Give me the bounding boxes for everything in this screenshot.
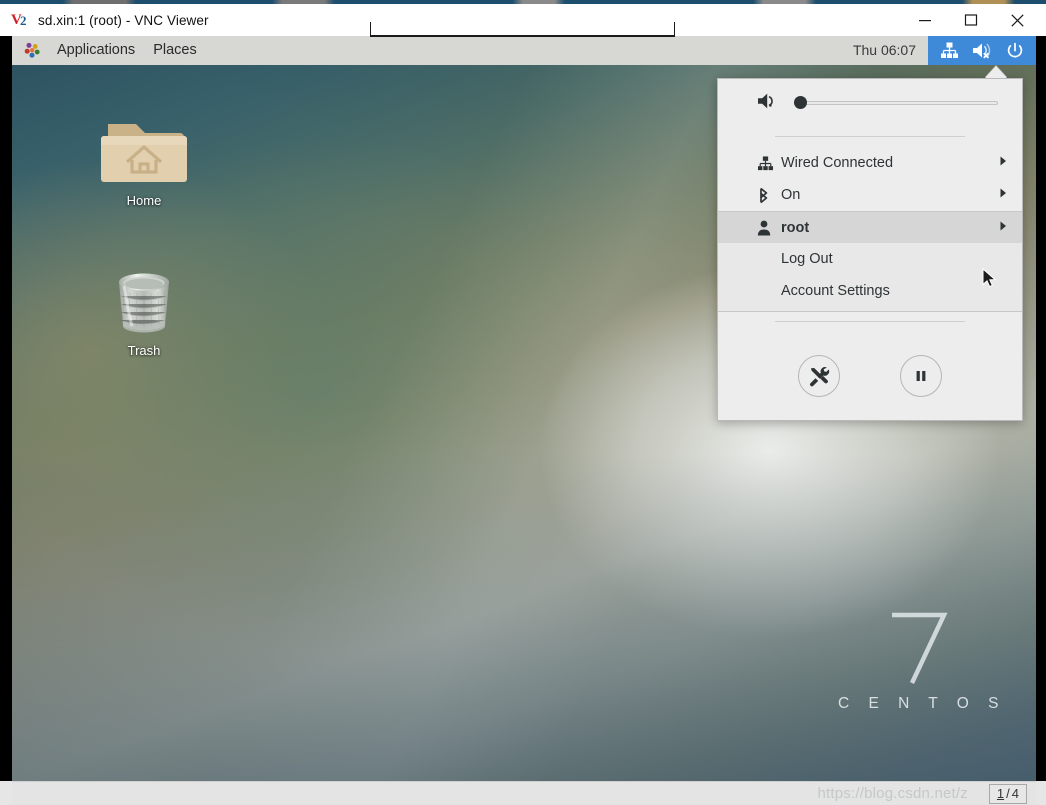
- letterbox-left: [0, 36, 12, 781]
- vnc-logo-icon: V2: [11, 12, 27, 28]
- volume-slider-knob[interactable]: [794, 96, 807, 109]
- desktop-icon-label: Home: [126, 193, 162, 208]
- panel-clock[interactable]: Thu 06:07: [841, 36, 928, 65]
- menu-separator: [775, 136, 965, 137]
- letterbox-right: [1036, 36, 1046, 781]
- menu-item-label: Log Out: [781, 251, 833, 267]
- trash-icon: [90, 262, 198, 338]
- desktop-icon-home[interactable]: Home: [90, 112, 198, 208]
- chevron-right-icon: [998, 186, 1008, 204]
- menu-action-buttons: [718, 332, 1022, 420]
- desktop-icon-label: Trash: [127, 343, 161, 358]
- csdn-watermark: https://blog.csdn.net/z: [817, 785, 968, 802]
- menu-item-user-root[interactable]: root: [718, 211, 1022, 243]
- volume-muted-icon: [973, 43, 991, 59]
- menu-item-log-out[interactable]: Log Out: [718, 243, 1022, 275]
- menu-separator: [775, 321, 965, 322]
- user-submenu: Log Out Account Settings: [718, 243, 1022, 312]
- menu-item-bluetooth[interactable]: On: [718, 179, 1022, 211]
- menu-item-label: root: [781, 219, 810, 236]
- pause-icon: [916, 371, 926, 381]
- centos-seven-glyph: [831, 609, 1006, 687]
- panel-menu-applications[interactable]: Applications: [48, 36, 144, 65]
- panel-menu-places[interactable]: Places: [144, 36, 206, 65]
- maximize-icon: [964, 14, 978, 26]
- page-current[interactable]: 1: [997, 786, 1004, 801]
- window-title: sd.xin:1 (root) - VNC Viewer: [38, 12, 209, 28]
- volume-low-icon: [757, 92, 778, 115]
- vnc-toolbar-handle[interactable]: [370, 22, 675, 37]
- centos-wordmark: C E N T O S: [837, 695, 1006, 712]
- page-separator: /: [1006, 785, 1010, 801]
- system-aggregate-menu: Wired Connected On root Log Out Account …: [717, 78, 1023, 421]
- suspend-button[interactable]: [900, 355, 942, 397]
- desktop-icon-trash[interactable]: Trash: [90, 262, 198, 358]
- panel-status-area[interactable]: [928, 36, 1036, 65]
- page-indicator[interactable]: 1 / 4: [988, 783, 1027, 804]
- volume-row: [718, 79, 1022, 127]
- power-icon: [1007, 42, 1023, 57]
- gnome-top-panel: Applications Places Thu 06:07: [12, 36, 1036, 65]
- user-icon: [757, 220, 781, 236]
- network-wired-icon: [757, 155, 781, 171]
- centos-watermark: C E N T O S: [831, 609, 1006, 713]
- settings-button[interactable]: [798, 355, 840, 397]
- close-button[interactable]: [994, 4, 1040, 36]
- close-icon: [1010, 13, 1024, 27]
- remote-desktop-view: C E N T O S Home Trash Applications Plac…: [0, 36, 1046, 805]
- minimize-icon: [919, 20, 931, 22]
- bluetooth-icon: [757, 187, 781, 204]
- menu-item-account-settings[interactable]: Account Settings: [718, 275, 1022, 307]
- home-folder-icon: [90, 112, 198, 188]
- menu-item-label: Account Settings: [781, 283, 890, 299]
- chevron-right-icon: [998, 219, 1008, 237]
- tools-icon: [810, 367, 830, 387]
- vnc-viewer-window: V2 sd.xin:1 (root) - VNC Viewer C E N T …: [0, 0, 1046, 805]
- menu-item-label: On: [781, 187, 801, 203]
- menu-item-label: Wired Connected: [781, 155, 894, 171]
- page-total: 4: [1011, 785, 1019, 801]
- chevron-right-icon: [998, 154, 1008, 172]
- maximize-button[interactable]: [948, 4, 994, 36]
- remote-status-bar: https://blog.csdn.net/z 1 / 4: [12, 781, 1036, 805]
- menu-pointer-arrow: [985, 66, 1007, 78]
- minimize-button[interactable]: [902, 4, 948, 36]
- volume-slider[interactable]: [794, 96, 998, 110]
- gnome-foot-icon: [24, 42, 41, 59]
- volume-slider-track: [794, 101, 998, 105]
- network-wired-icon: [941, 42, 958, 58]
- menu-item-wired-connected[interactable]: Wired Connected: [718, 147, 1022, 179]
